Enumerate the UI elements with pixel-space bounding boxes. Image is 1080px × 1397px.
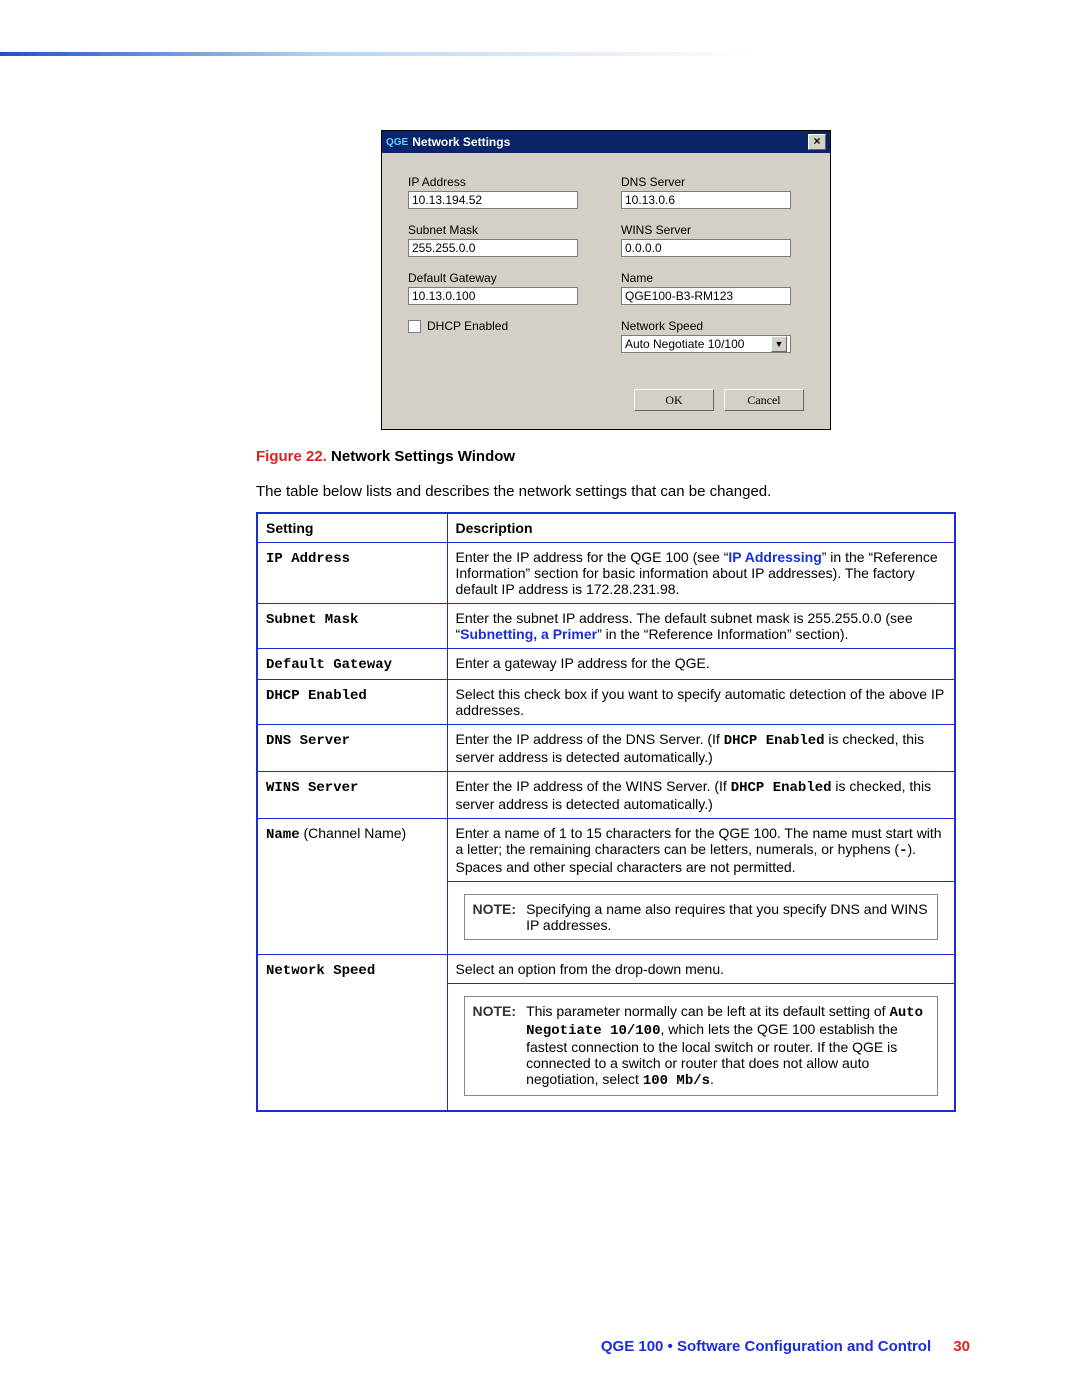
dhcp-enabled-label: DHCP Enabled <box>427 319 508 333</box>
dialog-title: Network Settings <box>412 135 510 149</box>
ok-button[interactable]: OK <box>634 389 714 411</box>
dns-server-input[interactable]: 10.13.0.6 <box>621 191 791 209</box>
table-row: Default Gateway Enter a gateway IP addre… <box>257 649 955 680</box>
name-input[interactable]: QGE100-B3-RM123 <box>621 287 791 305</box>
subnet-mask-label: Subnet Mask <box>408 223 591 237</box>
settings-table: Setting Description IP Address Enter the… <box>256 512 956 1112</box>
table-row: IP Address Enter the IP address for the … <box>257 543 955 604</box>
col-header-setting: Setting <box>257 513 447 543</box>
name-label: Name <box>621 271 804 285</box>
subnetting-link[interactable]: Subnetting, a Primer <box>460 626 597 642</box>
wins-server-label: WINS Server <box>621 223 804 237</box>
table-row: WINS Server Enter the IP address of the … <box>257 772 955 819</box>
subnet-mask-input[interactable]: 255.255.0.0 <box>408 239 578 257</box>
page-footer: QGE 100 • Software Configuration and Con… <box>601 1338 970 1355</box>
network-speed-label: Network Speed <box>621 319 804 333</box>
dns-server-label: DNS Server <box>621 175 804 189</box>
note-box: NOTE: This parameter normally can be lef… <box>464 996 939 1096</box>
table-row: Subnet Mask Enter the subnet IP address.… <box>257 604 955 649</box>
table-row: Network Speed Select an option from the … <box>257 955 955 984</box>
page-header-accent <box>0 52 1080 60</box>
network-settings-dialog: QGE Network Settings × IP Address 10.13.… <box>381 130 831 430</box>
chevron-down-icon[interactable]: ▼ <box>771 336 787 352</box>
col-header-description: Description <box>447 513 955 543</box>
note-box: NOTE: Specifying a name also requires th… <box>464 894 939 940</box>
wins-server-input[interactable]: 0.0.0.0 <box>621 239 791 257</box>
dialog-titlebar[interactable]: QGE Network Settings × <box>382 131 830 153</box>
network-speed-select[interactable]: Auto Negotiate 10/100 ▼ <box>621 335 791 353</box>
table-row: Name (Channel Name) Enter a name of 1 to… <box>257 819 955 882</box>
ip-address-input[interactable]: 10.13.194.52 <box>408 191 578 209</box>
default-gateway-input[interactable]: 10.13.0.100 <box>408 287 578 305</box>
dhcp-enabled-checkbox[interactable] <box>408 320 421 333</box>
close-icon[interactable]: × <box>808 134 826 150</box>
figure-caption: Figure 22. Network Settings Window <box>256 448 956 465</box>
ip-addressing-link[interactable]: IP Addressing <box>728 549 821 565</box>
default-gateway-label: Default Gateway <box>408 271 591 285</box>
ip-address-label: IP Address <box>408 175 591 189</box>
table-row: DHCP Enabled Select this check box if yo… <box>257 680 955 725</box>
table-row: DNS Server Enter the IP address of the D… <box>257 725 955 772</box>
cancel-button[interactable]: Cancel <box>724 389 804 411</box>
intro-paragraph: The table below lists and describes the … <box>256 483 956 500</box>
dialog-title-prefix: QGE <box>386 137 408 148</box>
